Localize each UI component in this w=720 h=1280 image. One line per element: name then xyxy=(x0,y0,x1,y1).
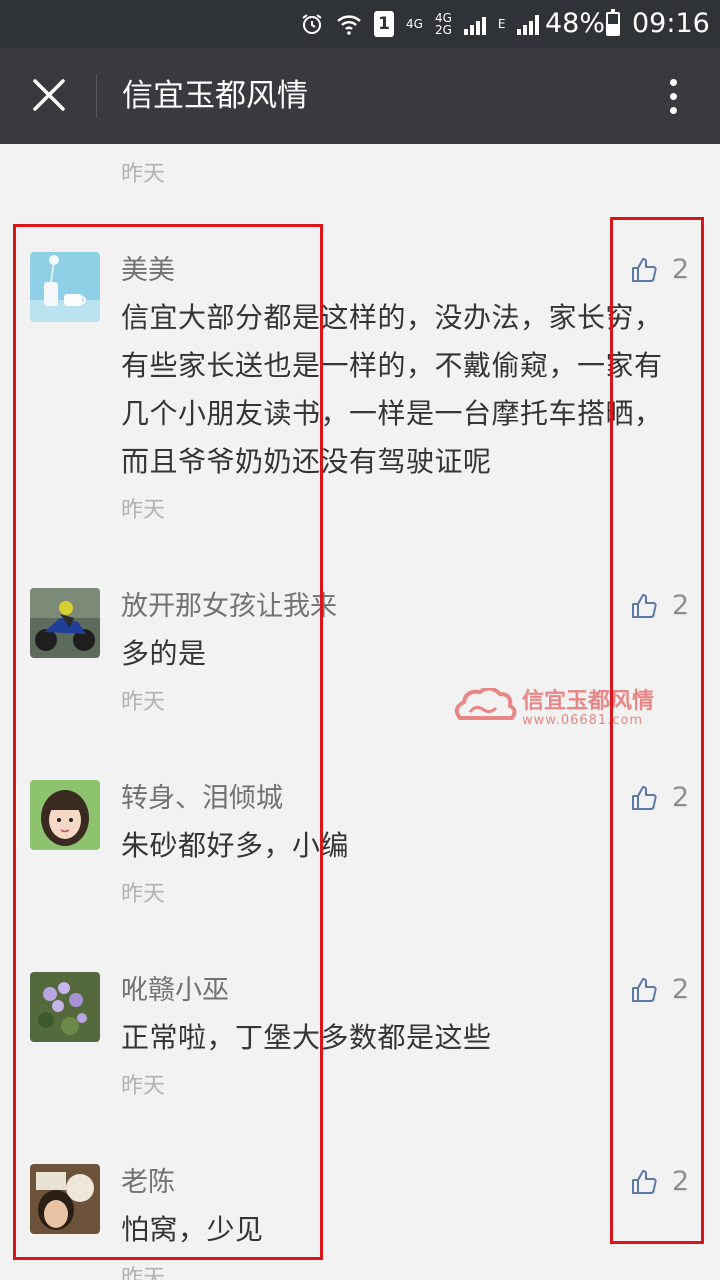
network-dual-label: 4G 2G xyxy=(435,12,452,36)
sim-icon: 1 xyxy=(374,11,394,37)
wifi-icon xyxy=(337,15,361,35)
more-vertical-icon xyxy=(669,78,677,86)
close-icon xyxy=(33,79,65,111)
signal-icon-2 xyxy=(517,13,540,35)
comment-time: 昨天 xyxy=(121,1266,166,1280)
alarm-icon xyxy=(302,14,322,34)
highlight-box-likes xyxy=(610,217,704,1244)
page-title: 信宜玉都风情 xyxy=(122,78,308,114)
comment-time: 昨天 xyxy=(121,162,166,187)
battery-percent: 48% xyxy=(545,8,606,39)
cloud-logo-icon xyxy=(454,688,517,720)
close-button[interactable] xyxy=(16,62,82,128)
network-2g-label: 2G xyxy=(434,23,452,37)
app-bar-divider xyxy=(96,74,97,118)
status-bar: 1 4G 4G 2G E 48% 09:16 xyxy=(0,0,720,48)
signal-icon xyxy=(463,13,486,35)
status-time: 09:16 xyxy=(632,8,710,39)
app-bar: 信宜玉都风情 xyxy=(0,48,720,144)
network-4g-label: 4G xyxy=(406,17,423,31)
network-e-label: E xyxy=(497,17,506,31)
more-button[interactable] xyxy=(648,68,698,124)
highlight-box-comments xyxy=(13,224,323,1260)
battery-icon xyxy=(606,9,620,36)
status-icons: 1 4G 4G 2G E xyxy=(300,0,540,48)
more-vertical-icon-dot xyxy=(669,106,677,114)
more-vertical-icon-dot xyxy=(669,92,677,100)
